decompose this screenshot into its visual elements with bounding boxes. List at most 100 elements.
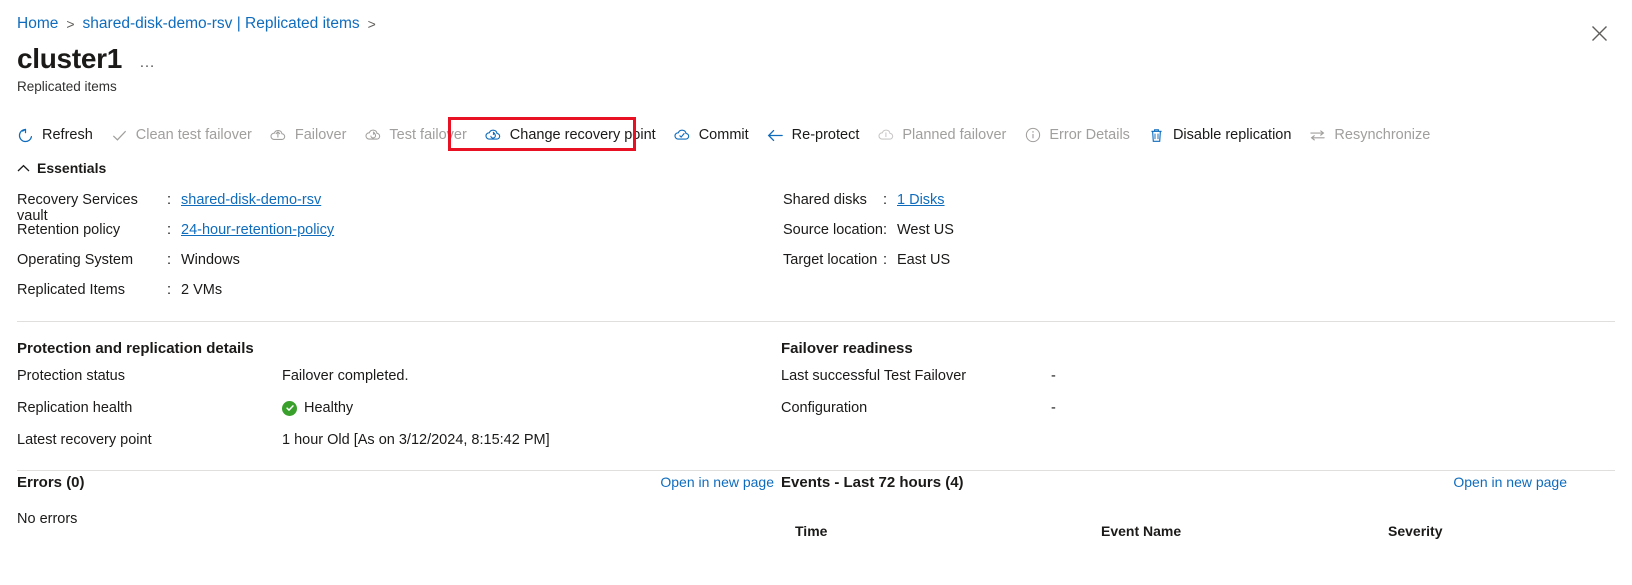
field-value: Windows: [181, 252, 240, 268]
chevron-up-icon: [17, 164, 30, 173]
essentials-label: Essentials: [37, 160, 107, 176]
field-label: Recovery Services vault: [17, 192, 138, 224]
command-label: Failover: [294, 126, 347, 143]
field-value-link[interactable]: shared-disk-demo-rsv: [181, 192, 321, 208]
breadcrumb-separator-1: >: [66, 16, 75, 32]
detail-value: Healthy: [304, 400, 354, 416]
detail-value: Failover completed.: [282, 368, 409, 384]
field-value-link[interactable]: 24-hour-retention-policy: [181, 222, 334, 238]
close-icon[interactable]: [1588, 22, 1610, 44]
more-options-icon[interactable]: …: [139, 55, 157, 71]
essentials-column-left: Recovery Services vault : shared-disk-de…: [17, 192, 783, 312]
essentials-row-operating-system: Operating System : Windows: [17, 252, 783, 282]
essentials-row-shared-disks: Shared disks : 1 Disks: [783, 192, 954, 222]
command-planned-failover[interactable]: Planned failover: [874, 120, 1015, 150]
field-label: Retention policy: [17, 222, 121, 238]
healthy-check-icon: [282, 400, 297, 416]
field-value: 2 VMs: [181, 282, 223, 298]
failover-readiness-section: Failover readiness Last successful Test …: [781, 339, 1571, 423]
field-value: West US: [897, 222, 954, 238]
detail-key: Configuration: [781, 400, 868, 416]
events-table-header: Time Event Name Severity: [781, 523, 1567, 539]
cloud-sync-icon: [363, 126, 382, 145]
field-colon: :: [883, 252, 888, 268]
page-title: cluster1: [17, 43, 122, 74]
command-failover[interactable]: Failover: [267, 120, 356, 150]
field-label: Source location: [783, 222, 883, 238]
blade-root: Home > shared-disk-demo-rsv | Replicated…: [0, 0, 1632, 585]
essentials-row-retention-policy: Retention policy : 24-hour-retention-pol…: [17, 222, 783, 252]
events-column-event-name[interactable]: Event Name: [1101, 523, 1388, 539]
divider-details: [17, 470, 1615, 471]
essentials-column-right: Shared disks : 1 Disks Source location :…: [783, 192, 954, 312]
essentials-row-target-location: Target location : East US: [783, 252, 954, 282]
cloud-arrow-icon: [269, 126, 288, 145]
essentials-toggle[interactable]: Essentials: [17, 160, 106, 176]
events-open-in-new-page-link[interactable]: Open in new page: [1453, 474, 1567, 490]
two-arrows-icon: [1308, 126, 1327, 145]
detail-row-latest-recovery-point: Latest recovery point 1 hour Old [As on …: [17, 425, 777, 455]
field-value-link[interactable]: 1 Disks: [897, 192, 945, 208]
errors-panel-header: Errors (0) Open in new page: [17, 474, 774, 491]
protection-details-section: Protection and replication details Prote…: [17, 339, 777, 455]
field-label: Target location: [783, 252, 878, 268]
cloud-sync-icon: [484, 126, 503, 145]
command-clean-test-failover[interactable]: Clean test failover: [108, 120, 261, 150]
detail-key: Replication health: [17, 400, 133, 416]
command-test-failover[interactable]: Test failover: [361, 120, 475, 150]
command-change-recovery-point[interactable]: Change recovery point: [482, 120, 665, 150]
field-value: East US: [897, 252, 951, 268]
field-label: Operating System: [17, 252, 134, 268]
cloud-check-icon: [673, 126, 692, 145]
detail-value: -: [1051, 400, 1056, 416]
detail-key: Protection status: [17, 368, 125, 384]
breadcrumb-item-vault[interactable]: shared-disk-demo-rsv | Replicated items: [83, 14, 360, 34]
errors-panel: Errors (0) Open in new page No errors: [17, 474, 774, 527]
page-subtitle: Replicated items: [17, 79, 117, 94]
trash-icon: [1147, 126, 1166, 145]
command-label: Disable replication: [1172, 126, 1292, 143]
command-label: Change recovery point: [509, 126, 656, 143]
detail-value: 1 hour Old [As on 3/12/2024, 8:15:42 PM]: [282, 432, 550, 448]
command-disable-replication[interactable]: Disable replication: [1145, 120, 1300, 150]
command-commit[interactable]: Commit: [671, 120, 758, 150]
command-resynchronize[interactable]: Resynchronize: [1306, 120, 1439, 150]
breadcrumb-item-home[interactable]: Home: [17, 14, 58, 34]
refresh-icon: [16, 126, 35, 145]
essentials-row-source-location: Source location : West US: [783, 222, 954, 252]
field-colon: :: [167, 252, 172, 268]
events-panel-header: Events - Last 72 hours (4) Open in new p…: [781, 474, 1567, 491]
detail-value: -: [1051, 368, 1056, 384]
errors-empty-message: No errors: [17, 511, 78, 527]
command-label: Re-protect: [791, 126, 860, 143]
detail-row-configuration: Configuration -: [781, 393, 1571, 423]
breadcrumb-separator-2: >: [367, 16, 376, 32]
detail-key: Latest recovery point: [17, 432, 152, 448]
events-column-time[interactable]: Time: [781, 523, 1101, 539]
events-column-severity[interactable]: Severity: [1388, 523, 1538, 539]
command-label: Error Details: [1049, 126, 1130, 143]
section-title: Failover readiness: [781, 340, 913, 357]
command-label: Commit: [698, 126, 749, 143]
divider-essentials: [17, 321, 1615, 322]
field-colon: :: [883, 222, 888, 238]
command-error-details[interactable]: Error Details: [1021, 120, 1139, 150]
detail-row-last-successful-test-failover: Last successful Test Failover -: [781, 361, 1571, 391]
events-panel-title: Events - Last 72 hours (4): [781, 474, 964, 491]
breadcrumb: Home > shared-disk-demo-rsv | Replicated…: [17, 14, 384, 34]
field-label: Shared disks: [783, 192, 867, 208]
cloud-arrow-icon: [876, 126, 895, 145]
command-label: Clean test failover: [135, 126, 252, 143]
info-circle-icon: [1023, 126, 1042, 145]
checkmark-icon: [110, 126, 129, 145]
command-refresh[interactable]: Refresh: [14, 120, 102, 150]
command-re-protect[interactable]: Re-protect: [764, 120, 869, 150]
command-label: Test failover: [389, 126, 467, 143]
errors-open-in-new-page-link[interactable]: Open in new page: [660, 474, 774, 490]
title-row: cluster1 …: [17, 42, 157, 76]
command-label: Planned failover: [902, 126, 1007, 143]
detail-row-protection-status: Protection status Failover completed.: [17, 361, 777, 391]
command-bar: Refresh Clean test failover Failover Tes…: [14, 120, 1445, 150]
command-label: Refresh: [42, 126, 93, 143]
events-panel: Events - Last 72 hours (4) Open in new p…: [781, 474, 1567, 539]
